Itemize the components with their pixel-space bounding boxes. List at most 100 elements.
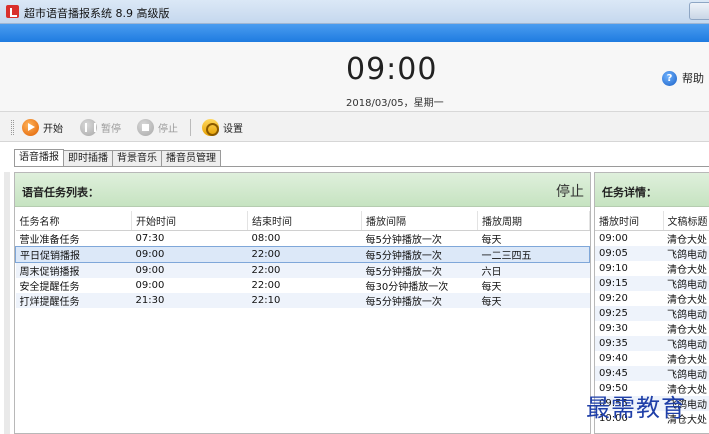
minimize-button[interactable]	[689, 2, 709, 20]
tab-bar: 语音播报 即时插播 背景音乐 播音员管理	[14, 149, 221, 167]
play-cycle: 每天	[481, 281, 502, 293]
toolbar: 开始 暂停 停止 设置	[0, 112, 709, 142]
table-row[interactable]: 09:35 飞鸽电动	[595, 335, 709, 351]
play-time: 09:10	[599, 262, 628, 274]
table-row[interactable]: 营业准备任务 07:30 08:00 每5分钟播放一次 每天	[16, 230, 590, 246]
table-row[interactable]: 09:25 飞鸽电动	[595, 305, 709, 321]
table-row[interactable]: 09:00 清仓大处	[595, 230, 709, 246]
settings-icon	[202, 118, 219, 136]
column-header[interactable]: 开始时间	[131, 211, 248, 231]
task-name: 安全提醒任务	[19, 281, 80, 293]
column-header[interactable]: 播放时间	[595, 211, 664, 231]
play-cycle: 一二三四五	[477, 245, 590, 263]
script-title: 飞鸽电动	[663, 275, 709, 291]
script-title: 清仓大处	[667, 354, 707, 366]
play-cycle: 每天	[477, 292, 590, 308]
table-row[interactable]: 09:05 飞鸽电动	[595, 245, 709, 261]
table-row[interactable]: 09:15 飞鸽电动	[595, 275, 709, 291]
play-interval: 每30分钟播放一次	[365, 281, 449, 293]
table-row[interactable]: 09:40 清仓大处	[595, 351, 709, 366]
task-list-panel: 语音任务列表： 停止 任务名称 开始时间 结束时间 播放间隔 播放周期 营业准备…	[14, 172, 591, 434]
script-title: 清仓大处	[667, 234, 707, 246]
stop-icon	[137, 118, 154, 136]
toolbar-grip	[11, 120, 14, 135]
tab-background-music[interactable]: 背景音乐	[112, 150, 162, 167]
script-title: 清仓大处	[667, 324, 707, 336]
task-list-header: 语音任务列表： 停止	[15, 173, 590, 207]
title-bar: 超市语音播报系统 8.9 高级版	[0, 0, 709, 24]
left-scrollbar[interactable]	[4, 172, 10, 434]
play-time: 09:30	[599, 322, 628, 334]
table-row[interactable]: 安全提醒任务 09:00 22:00 每30分钟播放一次 每天	[16, 278, 590, 293]
watermark: 最需教育	[586, 394, 686, 422]
end-time: 22:10	[247, 292, 362, 308]
current-date: 2018/03/05，星期一	[346, 98, 444, 109]
start-time: 09:00	[135, 279, 165, 291]
end-time: 22:00	[247, 262, 362, 278]
column-header[interactable]: 文稿标题	[663, 211, 709, 231]
help-button[interactable]: ? 帮助	[662, 70, 704, 86]
task-detail-header: 任务详情：	[595, 173, 709, 207]
play-time: 09:25	[595, 305, 663, 321]
clock-area: 09:00 2018/03/05，星期一 ? 帮助	[0, 42, 709, 112]
script-title: 飞鸽电动	[663, 365, 709, 381]
start-time: 09:00	[131, 245, 248, 263]
play-time: 09:45	[595, 365, 663, 381]
table-row[interactable]: 09:30 清仓大处	[595, 321, 709, 336]
tab-voice-broadcast[interactable]: 语音播报	[14, 149, 64, 167]
play-cycle: 六日	[477, 262, 590, 278]
script-title: 飞鸽电动	[663, 335, 709, 351]
script-title: 飞鸽电动	[663, 305, 709, 321]
end-time: 22:00	[251, 279, 281, 291]
pause-icon	[80, 118, 97, 136]
window-title: 超市语音播报系统 8.9 高级版	[24, 7, 170, 20]
stop-button[interactable]: 停止	[137, 118, 178, 136]
start-time: 21:30	[131, 292, 248, 308]
play-interval: 每5分钟播放一次	[361, 262, 478, 278]
play-interval: 每5分钟播放一次	[361, 245, 478, 263]
task-name: 平日促销播报	[15, 245, 132, 263]
pause-button[interactable]: 暂停	[80, 118, 121, 136]
column-header[interactable]: 任务名称	[15, 211, 132, 231]
table-row[interactable]: 09:45 飞鸽电动	[595, 365, 709, 381]
stop-label: 停止	[158, 123, 178, 135]
question-icon: ?	[662, 70, 677, 86]
table-row[interactable]: 09:20 清仓大处	[595, 291, 709, 306]
pause-label: 暂停	[101, 123, 121, 135]
play-time: 09:40	[599, 352, 628, 364]
table-row[interactable]: 09:10 清仓大处	[595, 261, 709, 276]
play-time: 09:20	[599, 292, 628, 304]
table-row-selected[interactable]: 平日促销播报 09:00 22:00 每5分钟播放一次 一二三四五	[15, 245, 590, 263]
play-time: 09:00	[599, 232, 628, 244]
play-time: 09:05	[595, 245, 663, 261]
play-time: 09:15	[595, 275, 663, 291]
toolbar-separator	[190, 119, 191, 136]
task-table-header: 任务名称 开始时间 结束时间 播放间隔 播放周期	[15, 211, 590, 231]
column-header[interactable]: 播放间隔	[361, 211, 478, 231]
start-time: 09:00	[131, 262, 248, 278]
task-name: 营业准备任务	[19, 234, 80, 246]
end-time: 08:00	[251, 232, 281, 244]
tab-instant-insert[interactable]: 即时插播	[63, 150, 113, 167]
start-label: 开始	[43, 123, 63, 135]
help-label: 帮助	[682, 72, 704, 85]
table-row[interactable]: 周末促销播报 09:00 22:00 每5分钟播放一次 六日	[15, 262, 590, 278]
column-header[interactable]: 结束时间	[247, 211, 362, 231]
app-icon	[6, 5, 19, 18]
play-interval: 每5分钟播放一次	[365, 234, 442, 246]
play-interval: 每5分钟播放一次	[361, 292, 478, 308]
task-table: 任务名称 开始时间 结束时间 播放间隔 播放周期 营业准备任务 07:30 08…	[15, 211, 590, 308]
start-time: 07:30	[135, 232, 165, 244]
current-time: 09:00	[346, 52, 438, 87]
tab-announcer-management[interactable]: 播音员管理	[161, 150, 221, 167]
script-title: 飞鸽电动	[663, 245, 709, 261]
task-detail-heading: 任务详情：	[602, 186, 657, 199]
column-header[interactable]: 播放周期	[477, 211, 590, 231]
table-row[interactable]: 打烊提醒任务 21:30 22:10 每5分钟播放一次 每天	[15, 292, 590, 308]
tab-divider	[14, 166, 709, 167]
end-time: 22:00	[247, 245, 362, 263]
playback-status: 停止	[556, 184, 584, 200]
start-button[interactable]: 开始	[22, 118, 63, 136]
settings-button[interactable]: 设置	[202, 118, 243, 136]
settings-label: 设置	[223, 123, 243, 135]
